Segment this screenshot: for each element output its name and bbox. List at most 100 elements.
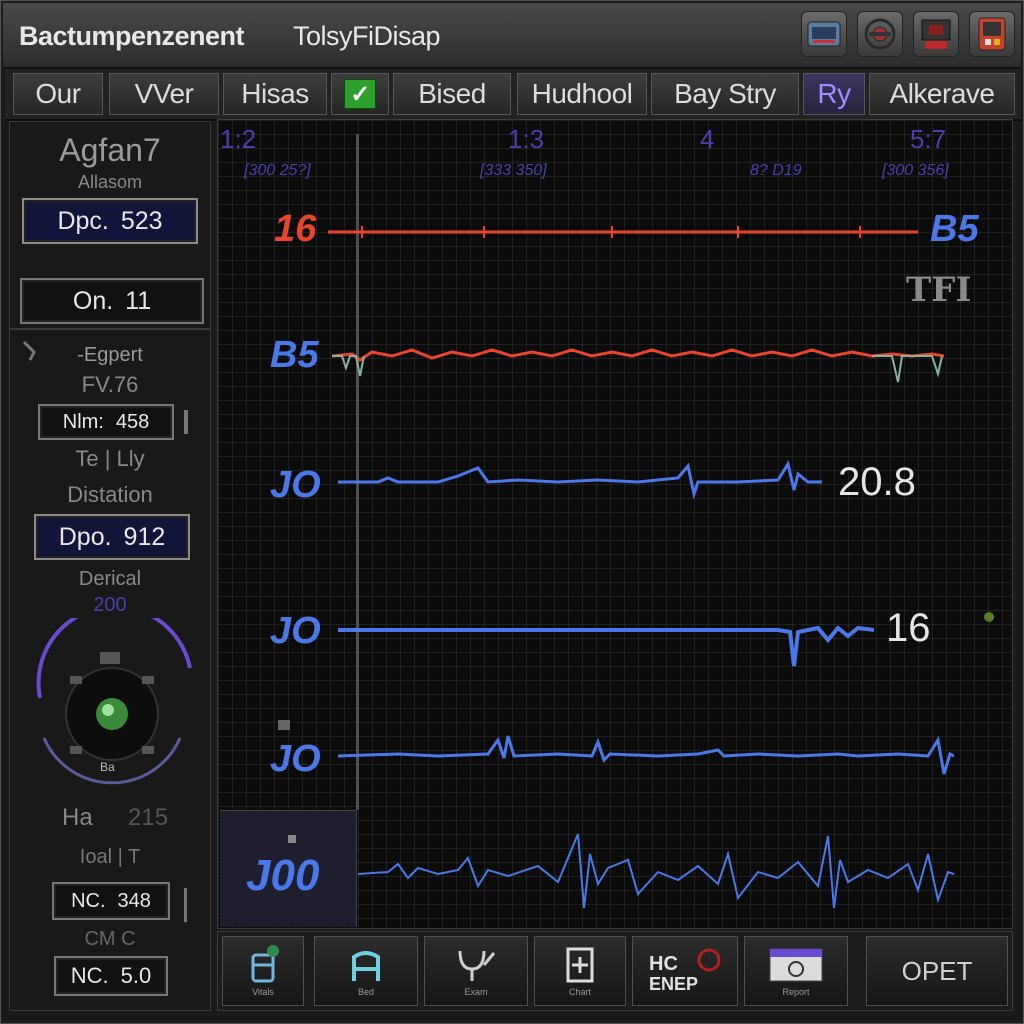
waveform-display: 1:2 1:3 4 5:7 [300 25?] [333 350] 8? D19…	[217, 119, 1013, 929]
waveform-blue-4	[358, 833, 954, 909]
tab-bay-stry[interactable]: Bay Stry	[651, 73, 799, 115]
left-panel: Agfan7 Allasom Dpc. 523 On. 11 -Egpert F…	[9, 121, 211, 1011]
waveform-blue-2	[338, 625, 874, 667]
button-label: OPET	[901, 955, 973, 986]
channel-label: JO	[270, 610, 321, 652]
control-dial[interactable]: Ba	[30, 604, 198, 794]
record-icon	[921, 19, 951, 49]
hc-button[interactable]: HC ENEP	[632, 936, 738, 1006]
device-button[interactable]	[969, 11, 1015, 57]
dial-center-text: Ba	[100, 760, 115, 774]
tab-alkerave[interactable]: Alkerave	[869, 73, 1015, 115]
tab-hisas[interactable]: Hisas	[223, 73, 327, 115]
tab-label: Our	[35, 78, 81, 109]
tab-bar: Our VVer Hisas ✓ Bised Hudhool Bay Stry …	[5, 69, 1021, 121]
panel-heading: Agfan7	[59, 132, 161, 168]
scroll-marker	[184, 410, 188, 434]
app-subtitle: TolsyFiDisap	[293, 21, 441, 51]
dial-label: Derical	[78, 568, 142, 590]
device-icon	[978, 17, 1006, 51]
range-label: [333 350]	[480, 162, 547, 179]
tab-label: Hisas	[241, 78, 309, 109]
nc-readout: NC. 348	[52, 882, 170, 920]
medical-chart-button[interactable]: Chart	[534, 936, 626, 1006]
patient-button[interactable]: Vitals	[222, 936, 304, 1006]
channel-label: J00	[246, 851, 320, 900]
button-label: Report	[782, 987, 810, 997]
record-button[interactable]	[913, 11, 959, 57]
waveform-red-1	[328, 226, 918, 238]
report-button[interactable]: Report	[744, 936, 848, 1006]
tab-ry[interactable]: Ry	[803, 73, 865, 115]
tab-label: VVer	[134, 78, 194, 109]
bed-button[interactable]: Bed	[314, 936, 418, 1006]
monitor-icon	[807, 21, 841, 47]
stethoscope-icon	[458, 950, 496, 981]
hc-logo-icon: HC ENEP	[649, 948, 721, 994]
settings-button[interactable]	[857, 11, 903, 57]
time-marker: 5:7	[910, 124, 947, 154]
readout-value: 5.0	[120, 963, 152, 988]
readout-value: 11	[125, 286, 152, 315]
checkmark-icon: ✓	[344, 79, 376, 109]
monitor-button[interactable]	[801, 11, 847, 57]
tab-label: Ry	[817, 78, 851, 109]
readout-label: NC.	[70, 963, 109, 988]
waveform-blue-1	[338, 460, 822, 500]
readout-label: NC.	[71, 889, 106, 912]
status-dot	[984, 612, 994, 622]
nc-readout-2: NC. 5.0	[54, 956, 168, 996]
panel-subheading: Allasom	[77, 172, 143, 192]
tab-label: Hudhool	[531, 78, 633, 109]
channel-label: JO	[270, 464, 321, 506]
tab-hudhool[interactable]: Hudhool	[517, 73, 647, 115]
tab-checkbox[interactable]: ✓	[331, 73, 389, 115]
stethoscope-button[interactable]: Exam	[424, 936, 528, 1006]
range-label: [300 356]	[882, 162, 949, 179]
channel-label: 16	[274, 208, 317, 250]
button-label: Exam	[464, 987, 488, 997]
bed-icon	[352, 951, 380, 981]
tab-our[interactable]: Our	[13, 73, 103, 115]
channel-value: TFI	[906, 270, 972, 310]
medical-chart-icon	[566, 947, 594, 983]
button-label: Bed	[357, 987, 374, 997]
channel-value: 16	[886, 606, 931, 650]
readout-label: Dpc.	[57, 206, 109, 235]
range-label: [300 25?]	[244, 162, 311, 179]
marker-icon	[278, 720, 290, 730]
patient-icon	[251, 945, 279, 983]
waveform-blue-3	[338, 735, 954, 775]
divider	[10, 252, 210, 256]
channel-label-box: J00	[220, 810, 357, 927]
app-title: Bactumpenzenent	[19, 21, 245, 51]
opet-button[interactable]: OPET	[866, 936, 1008, 1006]
scroll-marker	[184, 888, 187, 922]
readout-label: On.	[72, 286, 114, 315]
time-marker: 4	[700, 124, 715, 154]
tab-label: Bay Stry	[674, 78, 776, 109]
bottom-toolbar: Vitals Bed Exam Chart HC ENEP Report OPE…	[217, 931, 1013, 1011]
readout-value: 523	[120, 206, 163, 235]
dpo-readout: Dpo. 912	[34, 514, 190, 560]
panel-divider	[10, 328, 210, 330]
settings-icon	[864, 18, 896, 50]
button-label: Vitals	[252, 987, 274, 997]
app-window: Bactumpenzenent TolsyFiDisap Our VVer Hi…	[0, 0, 1024, 1024]
section-subtitle: Distation	[67, 482, 153, 507]
section-title: Te | Lly	[75, 446, 145, 471]
tab-label: Bised	[418, 78, 486, 109]
on-readout: On. 11	[20, 278, 204, 324]
section-subtitle: FV.76	[81, 372, 139, 397]
range-label: 8? D19	[750, 162, 802, 179]
channel-label: B5	[270, 334, 319, 376]
channel-label: JO	[270, 738, 321, 780]
tab-label: Alkerave	[889, 78, 995, 109]
nlm-readout: Nlm: 458	[38, 404, 174, 440]
tab-bised[interactable]: Bised	[393, 73, 511, 115]
readout-label: Dpo.	[58, 522, 112, 551]
svg-text:HC: HC	[649, 953, 678, 975]
small-text: Ioal | T	[79, 846, 141, 868]
tab-vver[interactable]: VVer	[109, 73, 219, 115]
ha-label: Ha	[62, 804, 93, 831]
